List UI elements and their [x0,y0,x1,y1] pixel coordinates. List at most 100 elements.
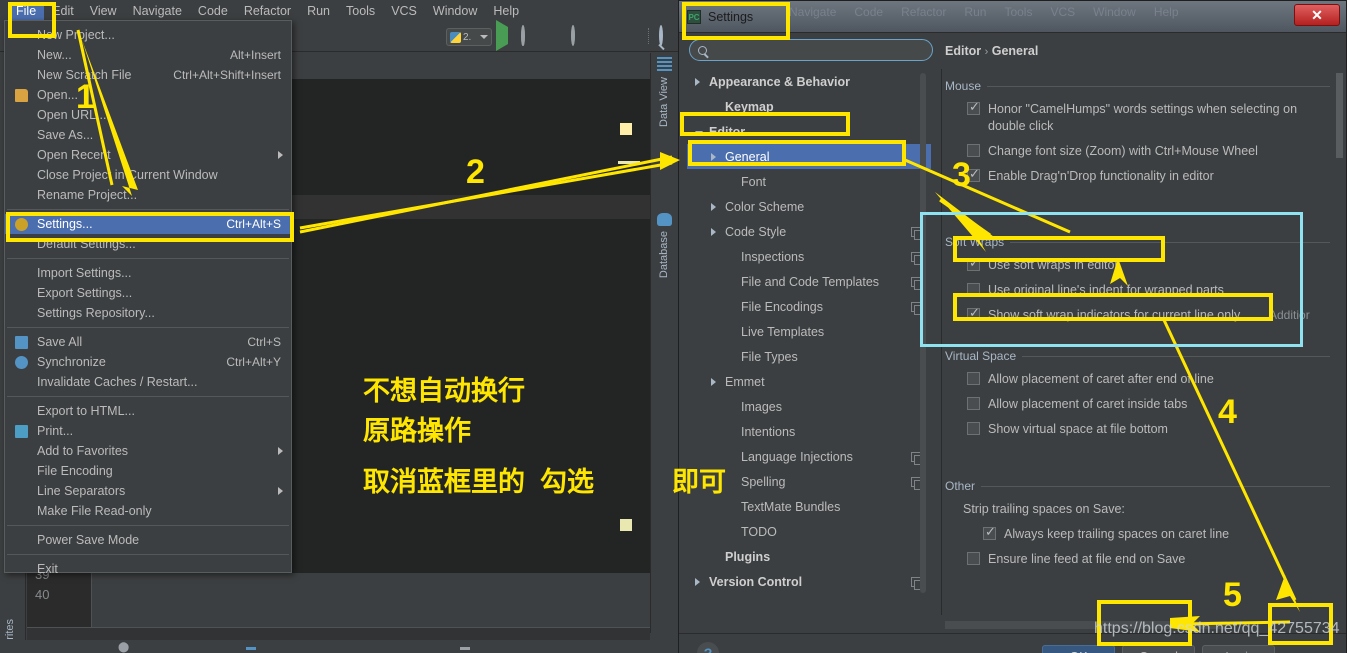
file-menu-item-import-settings[interactable]: Import Settings... [5,263,291,283]
file-menu-item-line-separators[interactable]: Line Separators [5,481,291,501]
file-menu-item-save-as[interactable]: Save As... [5,125,291,145]
tree-scrollbar[interactable] [920,73,926,593]
settings-tree-item-keymap[interactable]: Keymap [687,94,935,119]
settings-tree-item-color-scheme[interactable]: Color Scheme [687,194,935,219]
settings-tree-item-file-and-code-templates[interactable]: File and Code Templates [687,269,935,294]
setting-option[interactable]: Show virtual space at file bottom [945,421,1330,438]
file-menu-item-new-project[interactable]: New Project... [5,25,291,45]
menu-item-run[interactable]: Run [299,2,338,20]
file-menu-item-make-file-read-only[interactable]: Make File Read-only [5,501,291,521]
menu-item-code[interactable]: Code [190,2,236,20]
settings-tree-item-file-encodings[interactable]: File Encodings [687,294,935,319]
checkbox[interactable] [967,255,980,271]
file-menu-item-open-url[interactable]: Open URL... [5,105,291,125]
menu-item-window[interactable]: Window [425,2,485,20]
setting-option[interactable]: Use original line's indent for wrapped p… [945,282,1330,299]
settings-tree-item-todo[interactable]: TODO [687,519,935,544]
file-menu-item-export-settings[interactable]: Export Settings... [5,283,291,303]
file-menu-item-default-settings[interactable]: Default Settings... [5,234,291,254]
setting-option[interactable]: Ensure line feed at file end on Save [945,551,1330,568]
data-view-tool-label[interactable]: Data View [658,77,670,127]
checkbox[interactable] [983,524,996,540]
settings-tree-item-appearance-behavior[interactable]: Appearance & Behavior [687,69,935,94]
file-menu-item-power-save-mode[interactable]: Power Save Mode [5,530,291,550]
debug-icon[interactable] [521,25,538,46]
setting-option[interactable]: Honor "CamelHumps" words settings when s… [945,99,1330,135]
settings-tree-item-editor[interactable]: Editor [687,119,935,144]
chevron-right-icon[interactable] [695,575,709,589]
run-configuration-selector[interactable]: 2. [446,28,492,46]
help-icon[interactable]: ? [697,642,719,653]
cancel-button[interactable]: Cancel [1122,645,1195,653]
chevron-right-icon[interactable] [711,200,725,214]
chevron-right-icon[interactable] [711,150,725,164]
chevron-down-icon[interactable] [695,125,709,139]
settings-tree-item-live-templates[interactable]: Live Templates [687,319,935,344]
setting-option[interactable]: Allow placement of caret after end of li… [945,371,1330,388]
settings-tree-item-plugins[interactable]: Plugins [687,544,935,569]
coverage-icon[interactable] [546,27,563,45]
setting-option[interactable]: Always keep trailing spaces on caret lin… [945,524,1330,543]
file-menu-item-save-all[interactable]: Save All Ctrl+S [5,332,291,352]
close-icon[interactable]: ✕ [1294,4,1340,26]
settings-tree-item-version-control[interactable]: Version Control [687,569,935,594]
file-menu-item-close-project-in-current-window[interactable]: Close Project in Current Window [5,165,291,185]
search-everywhere-icon[interactable] [659,25,676,46]
profile-icon[interactable] [571,25,588,46]
file-menu-item-settings[interactable]: Settings... Ctrl+Alt+S [5,214,291,234]
settings-tree-item-images[interactable]: Images [687,394,935,419]
file-menu-item-new-scratch-file[interactable]: New Scratch File Ctrl+Alt+Shift+Insert [5,65,291,85]
checkbox[interactable] [967,372,980,385]
settings-tree-item-language-injections[interactable]: Language Injections [687,444,935,469]
database-tool-label[interactable]: Database [658,231,670,278]
settings-tree-item-font[interactable]: Font [687,169,935,194]
settings-search-box[interactable] [689,39,933,61]
file-menu-item-open[interactable]: Open... [5,85,291,105]
chevron-right-icon[interactable] [711,375,725,389]
settings-tree-item-general[interactable]: General [687,144,931,169]
file-menu-item-synchronize[interactable]: Synchronize Ctrl+Alt+Y [5,352,291,372]
file-menu-item-exit[interactable]: Exit [5,559,291,579]
settings-tree-item-spelling[interactable]: Spelling [687,469,935,494]
setting-option[interactable]: Change font size (Zoom) with Ctrl+Mouse … [945,143,1330,160]
search-input[interactable] [713,43,913,57]
file-menu-item-invalidate-caches-restart[interactable]: Invalidate Caches / Restart... [5,372,291,392]
menu-item-vcs[interactable]: VCS [383,2,425,20]
settings-tree-item-file-types[interactable]: File Types [687,344,935,369]
checkbox[interactable] [967,422,980,435]
settings-tree-item-intentions[interactable]: Intentions [687,419,935,444]
file-menu-item-rename-project[interactable]: Rename Project... [5,185,291,205]
checkbox[interactable] [967,144,980,157]
file-menu-item-settings-repository[interactable]: Settings Repository... [5,303,291,323]
menu-item-edit[interactable]: Edit [44,2,82,20]
ok-button[interactable]: OK [1042,645,1115,653]
settings-category-tree[interactable]: Appearance & Behavior Keymap Editor General… [687,69,935,615]
file-menu-item-print[interactable]: Print... [5,421,291,441]
file-menu-dropdown[interactable]: New Project... New... Alt+Insert New Scratc… [4,20,292,576]
checkbox[interactable] [967,305,980,321]
settings-tree-item-inspections[interactable]: Inspections [687,244,935,269]
menu-item-file[interactable]: File [8,2,45,20]
setting-option[interactable]: Enable Drag'n'Drop functionality in edit… [945,166,1330,185]
stop-icon[interactable] [621,27,638,45]
menu-item-view[interactable]: View [82,2,125,20]
setting-option[interactable]: Allow placement of caret inside tabs [945,396,1330,413]
setting-option[interactable]: Use soft wraps in editor [945,255,1330,274]
checkbox[interactable] [967,166,980,182]
checkbox[interactable] [967,552,980,565]
file-menu-item-add-to-favorites[interactable]: Add to Favorites [5,441,291,461]
settings-tree-item-code-style[interactable]: Code Style [687,219,935,244]
checkbox[interactable] [967,397,980,410]
chevron-right-icon[interactable] [695,75,709,89]
run-with-console-icon[interactable] [596,27,613,45]
checkbox[interactable] [967,99,980,115]
file-menu-item-export-to-html[interactable]: Export to HTML... [5,401,291,421]
chevron-right-icon[interactable] [711,225,725,239]
settings-tree-item-textmate-bundles[interactable]: TextMate Bundles [687,494,935,519]
file-menu-item-new[interactable]: New... Alt+Insert [5,45,291,65]
run-icon[interactable] [496,20,513,51]
menu-item-navigate[interactable]: Navigate [125,2,190,20]
menu-item-tools[interactable]: Tools [338,2,383,20]
file-menu-item-file-encoding[interactable]: File Encoding [5,461,291,481]
menu-item-help[interactable]: Help [485,2,527,20]
